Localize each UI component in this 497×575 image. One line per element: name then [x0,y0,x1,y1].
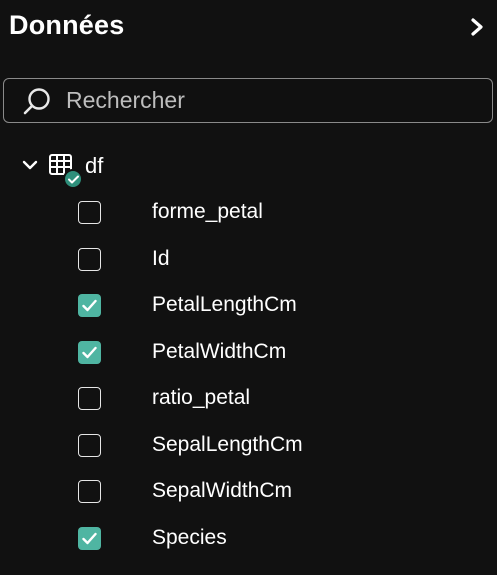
checkmark-icon [68,175,79,184]
field-checkbox[interactable] [78,294,101,317]
field-row[interactable]: PetalLengthCm [0,282,497,328]
field-row[interactable]: Species [0,515,497,561]
chevron-down-icon[interactable] [21,158,39,172]
checkmark-icon [82,346,97,358]
search-icon [23,88,50,115]
field-checkbox[interactable] [78,526,101,550]
field-row[interactable]: ratio_petal [0,375,497,421]
field-row[interactable]: SepalLengthCm [0,422,497,468]
field-label: Id [152,246,170,270]
field-label: PetalLengthCm [152,293,297,316]
chevron-right-double-icon [471,18,483,36]
field-checkbox[interactable] [78,201,101,224]
field-checkbox[interactable] [78,480,101,503]
search-box[interactable] [3,78,493,123]
field-label: ratio_petal [152,386,251,409]
field-label: PetalWidthCm [152,339,287,363]
field-checkbox[interactable] [78,387,101,410]
table-name: df [85,153,104,178]
field-label: SepalLengthCm [152,432,303,456]
field-row[interactable]: SepalWidthCm [0,468,497,514]
checkmark-icon [82,532,97,544]
field-label: SepalWidthCm [152,479,293,502]
field-label: Species [152,525,227,549]
field-label: forme_petal [152,200,263,223]
pane-title: Données [9,10,125,40]
checkmark-icon [82,299,97,312]
data-pane: Données df forme_pe [0,0,497,575]
field-checkbox[interactable] [78,433,101,457]
table-node-df[interactable]: df [18,148,158,189]
field-row[interactable]: Id [0,236,497,282]
status-badge [63,169,83,189]
field-checkbox[interactable] [78,247,101,271]
field-row[interactable]: PetalWidthCm [0,329,497,375]
collapse-pane-button[interactable] [469,16,487,38]
field-row[interactable]: forme_petal [0,189,497,235]
pane-header: Données [0,0,497,60]
field-checkbox[interactable] [78,340,101,364]
search-input[interactable] [66,84,476,116]
